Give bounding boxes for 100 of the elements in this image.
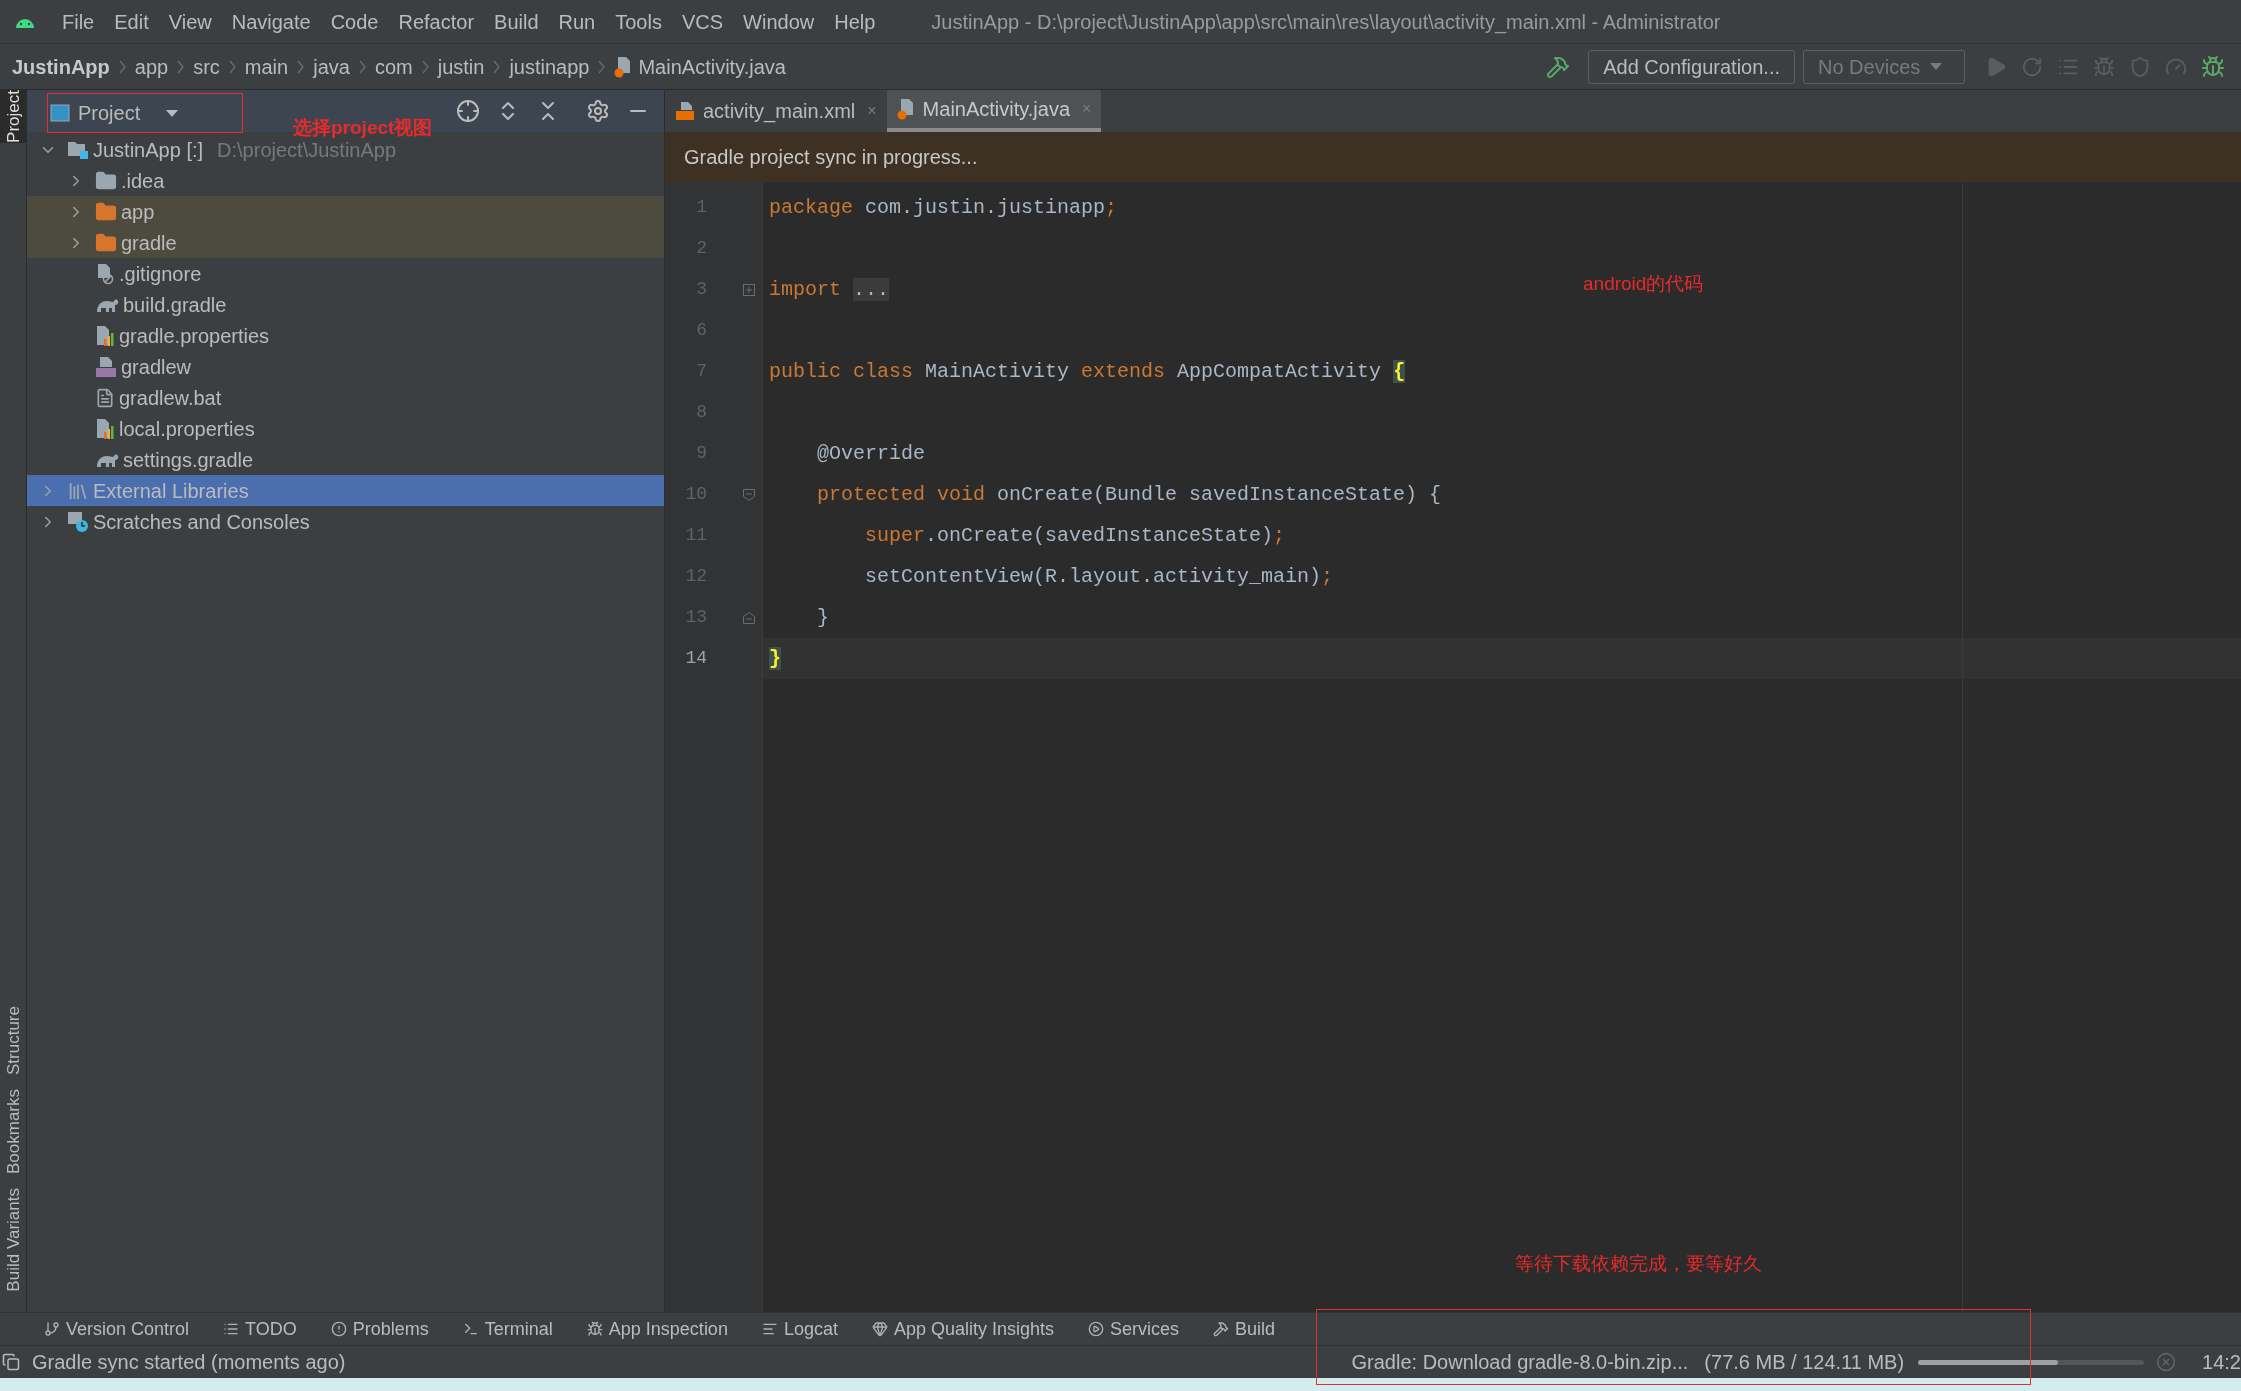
lines-icon	[761, 1321, 778, 1337]
folder-icon	[95, 231, 117, 254]
window-icon	[50, 104, 70, 122]
menu-item[interactable]: Navigate	[231, 6, 311, 37]
properties-file-icon	[95, 324, 115, 347]
breadcrumb-item[interactable]: justinapp	[509, 51, 590, 82]
tree-item[interactable]: Scratches and Consoles	[27, 506, 664, 537]
hammer-icon[interactable]	[1546, 54, 1571, 79]
breadcrumb-item[interactable]: src	[193, 51, 220, 82]
editor-tab[interactable]: activity_main.xml ×	[665, 90, 887, 132]
side-tab[interactable]: Structure	[0, 1006, 27, 1076]
debug-icon[interactable]	[2201, 54, 2225, 79]
side-tab[interactable]: Bookmarks	[0, 1089, 27, 1175]
cancel-icon[interactable]	[2156, 1352, 2177, 1372]
branch-icon	[44, 1321, 60, 1337]
line-number: 14	[684, 647, 707, 670]
java-file-icon	[614, 55, 633, 78]
list-icon	[223, 1321, 240, 1337]
editor-tab[interactable]: MainActivity.java ×	[886, 90, 1102, 132]
folder-icon	[95, 200, 117, 223]
separator-icon	[228, 59, 236, 74]
properties-file-icon	[95, 417, 115, 440]
annotation: 等待下载依赖完成，要等好久	[1515, 1252, 1762, 1276]
menu-item[interactable]: File	[62, 6, 95, 37]
menu-item[interactable]: Code	[330, 6, 379, 37]
hammer-icon	[1213, 1321, 1230, 1337]
tree-item[interactable]: app	[27, 196, 664, 227]
tool-window-button[interactable]: Version Control	[44, 1315, 190, 1343]
breadcrumb-item[interactable]: com	[374, 51, 413, 82]
tree-item[interactable]: .idea	[27, 165, 664, 196]
task-size: (77.6 MB / 124.11 MB)	[1704, 1350, 1905, 1375]
tree-item[interactable]: build.gradle	[27, 289, 664, 320]
breadcrumb-item[interactable]: main	[244, 51, 289, 82]
panel-toggle-icon[interactable]	[2, 1353, 20, 1371]
tool-window-button[interactable]: App Inspection	[586, 1315, 728, 1343]
text-file-icon	[95, 387, 115, 408]
add-configuration-button[interactable]: Add Configuration...	[1588, 49, 1795, 84]
breadcrumb-item[interactable]: app	[134, 51, 169, 82]
annotation: android的代码	[1583, 272, 1704, 296]
tool-window-button[interactable]: Build	[1213, 1315, 1276, 1343]
folder-icon	[95, 169, 117, 192]
fold-icon[interactable]	[743, 611, 755, 624]
separator-icon	[598, 59, 606, 74]
ignored-file-icon	[95, 262, 115, 285]
java-file-icon	[896, 98, 915, 120]
code-line: super.onCreate(savedInstanceState);	[865, 522, 1286, 549]
terminal-icon	[462, 1321, 479, 1337]
alert-icon	[330, 1321, 347, 1337]
breadcrumb-item[interactable]: java	[313, 51, 350, 82]
menu-item[interactable]: Build	[494, 6, 539, 37]
menu-item[interactable]: Window	[743, 6, 815, 37]
xml-file-icon	[675, 101, 695, 121]
menu-item[interactable]: Refactor	[398, 6, 475, 37]
task-name: Gradle: Download gradle-8.0-bin.zip...	[1351, 1350, 1689, 1375]
status-message: Gradle sync started (moments ago)	[32, 1350, 346, 1375]
menu-item[interactable]: Tools	[615, 6, 662, 37]
settings-icon[interactable]	[586, 99, 610, 123]
module-folder-icon	[67, 139, 89, 160]
locate-icon[interactable]	[456, 99, 480, 123]
caret-icon	[166, 109, 179, 117]
code-line: }	[817, 604, 829, 631]
breadcrumb-item[interactable]: MainActivity.java	[638, 51, 786, 82]
diamond-icon	[871, 1321, 888, 1337]
side-tab[interactable]: Build Variants	[0, 1188, 27, 1292]
tree-item[interactable]: .gitignore	[27, 258, 664, 289]
menu-item[interactable]: View	[168, 6, 212, 37]
code-line: import ...	[769, 276, 890, 303]
menu-item[interactable]: Run	[558, 6, 596, 37]
breadcrumb-item[interactable]: justin	[437, 51, 485, 82]
fold-icon[interactable]	[743, 488, 755, 501]
menu-item[interactable]: VCS	[681, 6, 724, 37]
caret-position[interactable]: 14:2	[2202, 1347, 2241, 1377]
side-tab[interactable]: Project	[0, 90, 27, 143]
tool-window-button[interactable]: Problems	[330, 1315, 429, 1343]
debug-icon[interactable]	[2093, 55, 2115, 78]
tool-window-button[interactable]: TODO	[223, 1315, 297, 1343]
cpp-file-icon	[95, 355, 117, 378]
menu-item[interactable]: Help	[834, 6, 876, 37]
tool-window-button[interactable]: Services	[1088, 1315, 1180, 1343]
tool-window-button[interactable]: Terminal	[462, 1315, 553, 1343]
tree-item[interactable]: gradlew.bat	[27, 382, 664, 413]
breadcrumb-item[interactable]: JustinApp	[12, 51, 110, 82]
tree-item[interactable]: local.properties	[27, 413, 664, 444]
code-line: package com.justin.justinapp;	[769, 194, 1118, 221]
shield-icon[interactable]	[2129, 55, 2151, 78]
separator-icon	[118, 59, 126, 74]
separator-icon	[493, 59, 501, 74]
window-title: JustinApp - D:\project\JustinApp\app\src\main\res\layout\activity_main.xml - Administrator	[931, 9, 1721, 36]
tool-window-button[interactable]: Logcat	[761, 1315, 838, 1343]
rerun-icon[interactable]	[2021, 55, 2043, 78]
code-line: protected void onCreate(Bundle savedInstanceState) {	[817, 481, 1442, 508]
tree-item[interactable]: settings.gradle	[27, 444, 664, 475]
separator-icon	[297, 59, 305, 74]
tool-window-button[interactable]: App Quality Insights	[871, 1315, 1055, 1343]
tree-item[interactable]: gradle.properties	[27, 320, 664, 351]
fold-plus-icon[interactable]	[743, 283, 755, 296]
menu-item[interactable]: Edit	[114, 6, 149, 37]
tree-item[interactable]: gradlew	[27, 351, 664, 382]
code-line: @Override	[817, 440, 926, 467]
tree-item[interactable]: gradle	[27, 227, 664, 258]
